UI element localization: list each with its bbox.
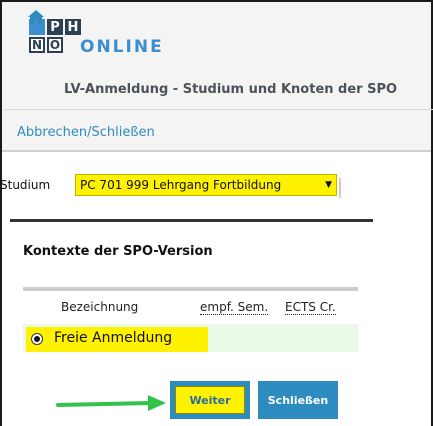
ph-noe-logo[interactable]: P H N Ö — [29, 19, 81, 55]
radio-button-selected[interactable] — [31, 333, 43, 345]
logo-letter: N — [29, 37, 45, 53]
logo-letter: P — [47, 19, 63, 35]
next-button[interactable]: Weiter — [170, 381, 250, 419]
row-label: Freie Anmeldung — [54, 330, 173, 346]
panel-separator — [23, 287, 358, 291]
column-header-bezeichnung: Bezeichnung — [61, 300, 139, 314]
column-header-empf-sem: empf. Sem. — [200, 300, 269, 315]
content-divider — [2, 150, 431, 152]
studium-selected-value: PC 701 999 Lehrgang Fortbildung — [80, 178, 282, 192]
column-header-ects: ECTS Cr. — [285, 300, 336, 315]
logo-text: ONLINE — [80, 37, 164, 57]
home-icon[interactable] — [28, 10, 44, 24]
arrow-right-icon — [56, 395, 166, 411]
close-button[interactable]: Schließen — [258, 381, 338, 419]
next-button-label: Weiter — [175, 386, 245, 414]
header-divider — [4, 109, 433, 110]
table-row[interactable]: Freie Anmeldung — [23, 324, 358, 352]
select-divider — [339, 178, 341, 198]
studium-label: Studium — [0, 178, 51, 192]
logo-letter: Ö — [47, 37, 63, 53]
app-header: P H N Ö ONLINE LV-Anmeldung - Studium un… — [2, 2, 433, 152]
spo-context-panel: Kontexte der SPO-Version Bezeichnung emp… — [10, 219, 373, 358]
panel-title: Kontexte der SPO-Version — [23, 244, 213, 259]
chevron-down-icon: ▼ — [325, 180, 332, 190]
logo-letter: H — [65, 19, 81, 35]
page-title: LV-Anmeldung - Studium und Knoten der SP… — [64, 82, 398, 97]
studium-select[interactable]: PC 701 999 Lehrgang Fortbildung ▼ — [75, 174, 337, 196]
cancel-close-link[interactable]: Abbrechen/Schließen — [17, 125, 155, 140]
